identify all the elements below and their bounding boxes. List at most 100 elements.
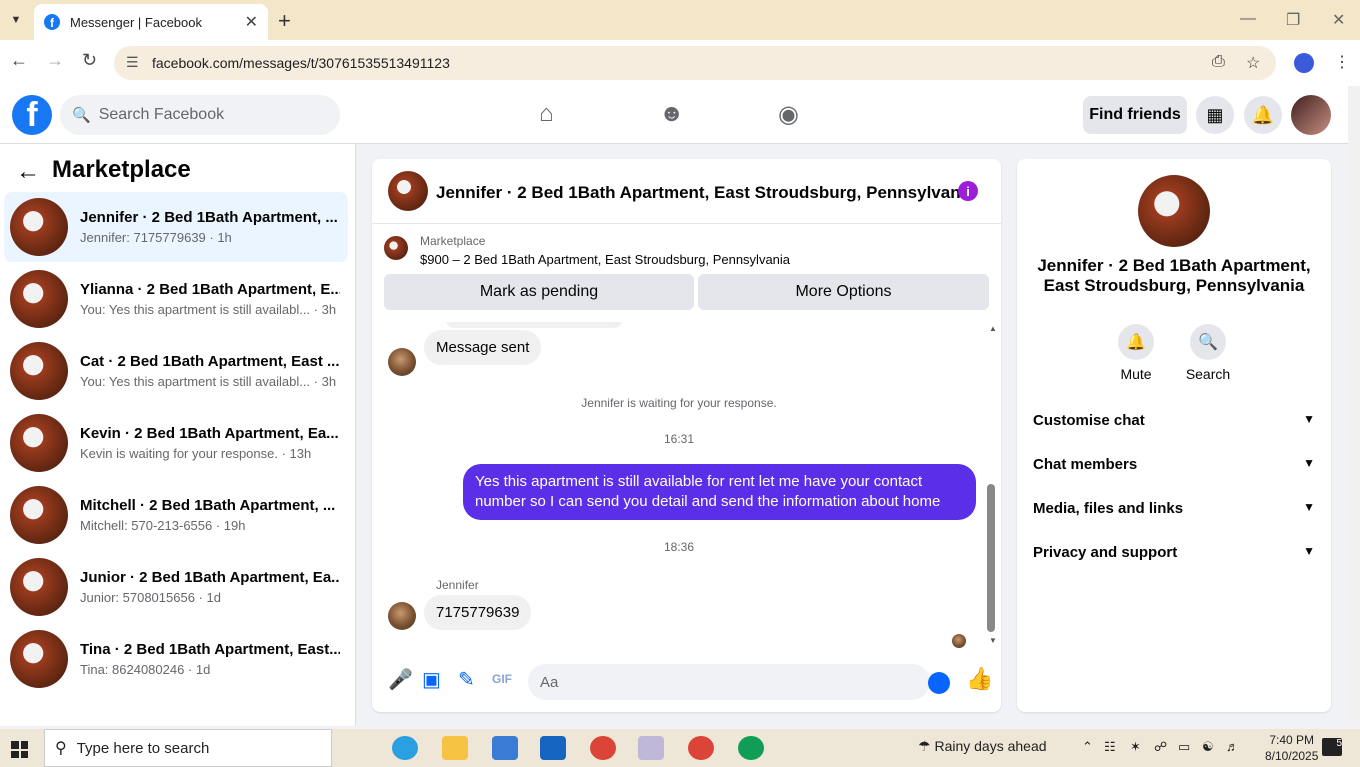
gif-icon[interactable]: GIF [492,672,512,686]
wifi-icon[interactable]: ☯ [1202,739,1214,755]
listing-thumbnail [10,630,68,688]
search-conversation-button[interactable]: 🔍 Search [1178,324,1238,382]
browser-profile-icon[interactable] [1294,53,1314,73]
message-input[interactable]: Aa [528,664,930,700]
browser-menu-icon[interactable]: ⋮ [1334,52,1350,72]
facebook-logo-icon[interactable]: f [12,95,52,135]
conversation-item[interactable]: Cat · 2 Bed 1Bath Apartment, East ... You… [4,336,348,406]
scroll-up-icon[interactable]: ▲ [989,324,997,333]
mark-as-pending-button[interactable]: Mark as pending [384,274,694,310]
back-arrow-icon[interactable]: ← [16,158,40,186]
tab-search-icon[interactable]: ▼ [6,10,26,30]
conversation-preview: Jennifer: 7175779639 · 1h [80,230,232,245]
weather-text: Rainy days ahead [934,738,1047,754]
chrome-icon[interactable] [590,736,616,760]
task-view-icon[interactable] [342,736,368,760]
security-icon[interactable]: ☍ [1154,739,1167,755]
details-name: Jennifer · 2 Bed 1Bath Apartment, East S… [1037,256,1311,295]
file-explorer-icon[interactable] [442,736,468,760]
chevron-down-icon: ▼ [1303,456,1315,470]
friends-icon[interactable]: ☻ [659,100,684,128]
weather-widget[interactable]: ☂ Rainy days ahead [918,738,1047,755]
info-icon[interactable]: i [958,181,978,201]
bookmark-star-icon[interactable]: ☆ [1246,53,1260,73]
conversation-item[interactable]: Kevin · 2 Bed 1Bath Apartment, Ea... Kevi… [4,408,348,478]
taskbar-clock[interactable]: 7:40 PM 8/10/2025 [1265,732,1318,764]
facebook-search-input[interactable]: 🔍 Search Facebook [60,95,340,135]
listing-thumbnail [10,414,68,472]
conversation-item[interactable]: Mitchell · 2 Bed 1Bath Apartment, ... Mit… [4,480,348,550]
chat-title[interactable]: Jennifer · 2 Bed 1Bath Apartment, East S… [436,183,975,203]
listing-thumbnail [10,342,68,400]
restore-icon[interactable]: ❐ [1286,10,1300,30]
message-composer: 🎤 ▣ ✎ GIF Aa 👍 [372,652,1001,712]
edge-icon[interactable] [392,736,418,760]
sender-avatar[interactable] [388,348,416,376]
battery-icon[interactable]: ▭ [1178,739,1190,755]
close-tab-icon[interactable]: ✕ [245,12,258,32]
forward-icon[interactable]: → [46,50,64,71]
mute-label: Mute [1120,366,1152,382]
mute-button[interactable]: 🔔 Mute [1106,324,1166,382]
account-avatar[interactable] [1291,95,1331,135]
privacy-support-section[interactable]: Privacy and support ▼ [1033,544,1315,561]
chrome-profile-icon[interactable] [688,736,714,760]
outgoing-message-bubble[interactable]: Yes this apartment is still available fo… [463,464,976,520]
tray-overflow-icon[interactable]: ⌃ [1082,739,1093,755]
reload-icon[interactable]: ↻ [82,50,97,71]
url-field[interactable]: ☰ facebook.com/messages/t/30761535513491… [114,46,1276,80]
install-app-icon[interactable]: ⎙ [1212,53,1225,71]
thumbs-up-icon[interactable]: 👍 [966,666,993,692]
search-icon: 🔍 [1190,324,1226,360]
section-label: Chat members [1033,456,1138,473]
conversation-item[interactable]: Tina · 2 Bed 1Bath Apartment, East... Tin… [4,624,348,694]
url-text: facebook.com/messages/t/3076153551349112… [152,55,450,71]
sticker-icon[interactable]: ✎ [458,667,475,692]
chevron-down-icon: ▼ [1303,500,1315,514]
browser-tab[interactable]: f Messenger | Facebook ✕ [34,4,268,40]
home-icon[interactable]: ⌂ [539,100,554,128]
back-icon[interactable]: ← [10,50,28,71]
incoming-message-bubble[interactable]: 7175779639 [424,595,532,630]
volume-icon[interactable]: ♬ [1226,739,1239,754]
outlook-icon[interactable] [540,736,566,760]
groups-icon[interactable]: ◉ [778,100,799,129]
conversation-name: Tina · 2 Bed 1Bath Apartment, East... [80,641,340,658]
chat-members-section[interactable]: Chat members ▼ [1033,456,1315,473]
store-icon[interactable] [492,736,518,760]
customise-chat-section[interactable]: Customise chat ▼ [1033,412,1315,429]
taskbar-search-input[interactable]: ⚲ Type here to search [44,729,332,767]
microphone-icon[interactable]: 🎤 [388,667,413,692]
chrome-profile-2-icon[interactable] [738,736,764,760]
find-friends-button[interactable]: Find friends [1083,96,1187,134]
conversation-item[interactable]: Ylianna · 2 Bed 1Bath Apartment, E... You… [4,264,348,334]
message-placeholder: Aa [540,673,559,691]
chat-listing-avatar[interactable] [388,171,428,211]
site-settings-icon[interactable]: ☰ [126,54,139,71]
close-window-icon[interactable]: ✕ [1332,10,1345,30]
notification-center-icon[interactable]: 5 [1322,738,1342,756]
page-scrollbar[interactable] [1348,86,1360,726]
menu-grid-icon[interactable]: ▦ [1196,96,1234,134]
media-files-links-section[interactable]: Media, files and links ▼ [1033,500,1315,517]
minimize-icon[interactable]: — [1240,10,1256,28]
conversation-item[interactable]: Jennifer · 2 Bed 1Bath Apartment, ... Jen… [4,192,348,262]
scroll-thumb[interactable] [987,484,995,632]
windows-start-icon[interactable] [11,741,28,758]
listing-thumbnail [10,198,68,256]
sender-avatar[interactable] [388,602,416,630]
timestamp: 16:31 [663,432,695,446]
message-sent-bubble[interactable]: Message sent [424,330,542,365]
more-options-button[interactable]: More Options [698,274,989,310]
conversation-item[interactable]: Junior · 2 Bed 1Bath Apartment, Ea... Jun… [4,552,348,622]
thread-scrollbar[interactable]: ▲ ▼ [987,322,997,652]
scroll-down-icon[interactable]: ▼ [989,636,997,645]
conversation-preview: Kevin is waiting for your response. · 13… [80,446,312,461]
photo-icon[interactable]: ▣ [422,667,441,692]
notifications-bell-icon[interactable]: 🔔 [1244,96,1282,134]
app-icon[interactable] [638,736,664,760]
new-tab-icon[interactable]: + [278,8,291,34]
emoji-icon[interactable] [928,672,950,694]
network-icon[interactable]: ☷ [1104,739,1116,755]
bluetooth-icon[interactable]: ✶ [1130,739,1141,755]
